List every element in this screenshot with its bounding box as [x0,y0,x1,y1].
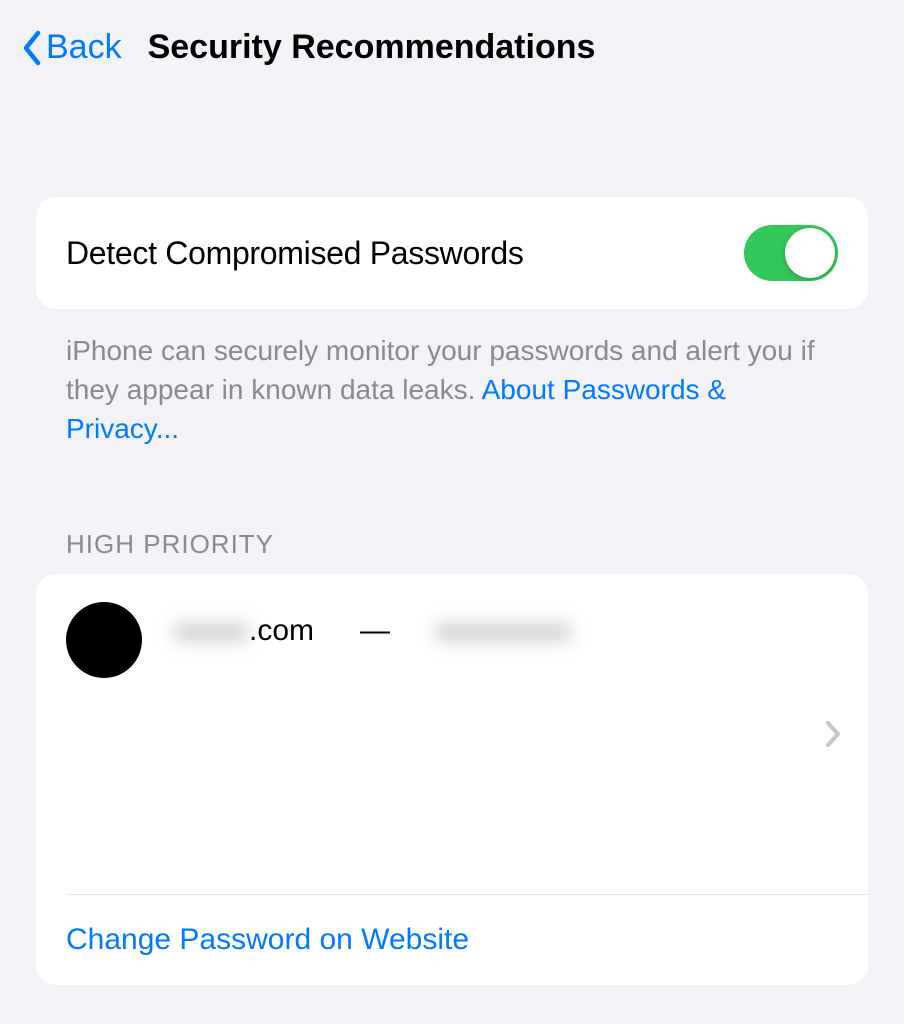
domain-suffix: .com [249,614,314,647]
change-password-row[interactable]: Change Password on Website [36,895,868,985]
domain-text: xxxxx.com [174,614,314,648]
page-title: Security Recommendations [148,28,596,67]
change-password-link: Change Password on Website [66,923,469,956]
password-info: xxxxx.com — xxxxxxxxx [174,614,571,648]
detect-toggle[interactable] [744,225,838,281]
toggle-knob [785,228,835,278]
chevron-right-icon [824,719,842,749]
priority-card: xxxxx.com — xxxxxxxxx Change Password on… [36,574,868,985]
back-label: Back [46,28,122,67]
account-blurred: xxxxxxxxx [436,614,571,648]
site-avatar [66,602,142,678]
high-priority-header: HIGH PRIORITY [36,529,868,574]
nav-bar: Back Security Recommendations [0,0,904,67]
password-entry-row[interactable]: xxxxx.com — xxxxxxxxx [36,574,868,894]
chevron-left-icon [20,29,44,67]
entry-separator: — [360,614,390,648]
back-button[interactable]: Back [20,28,122,67]
detect-compromised-card: Detect Compromised Passwords [36,197,868,309]
detect-toggle-label: Detect Compromised Passwords [66,235,524,272]
detect-description: iPhone can securely monitor your passwor… [36,331,868,449]
domain-prefix-blurred: xxxxx [174,614,249,648]
content: Detect Compromised Passwords iPhone can … [0,197,904,985]
